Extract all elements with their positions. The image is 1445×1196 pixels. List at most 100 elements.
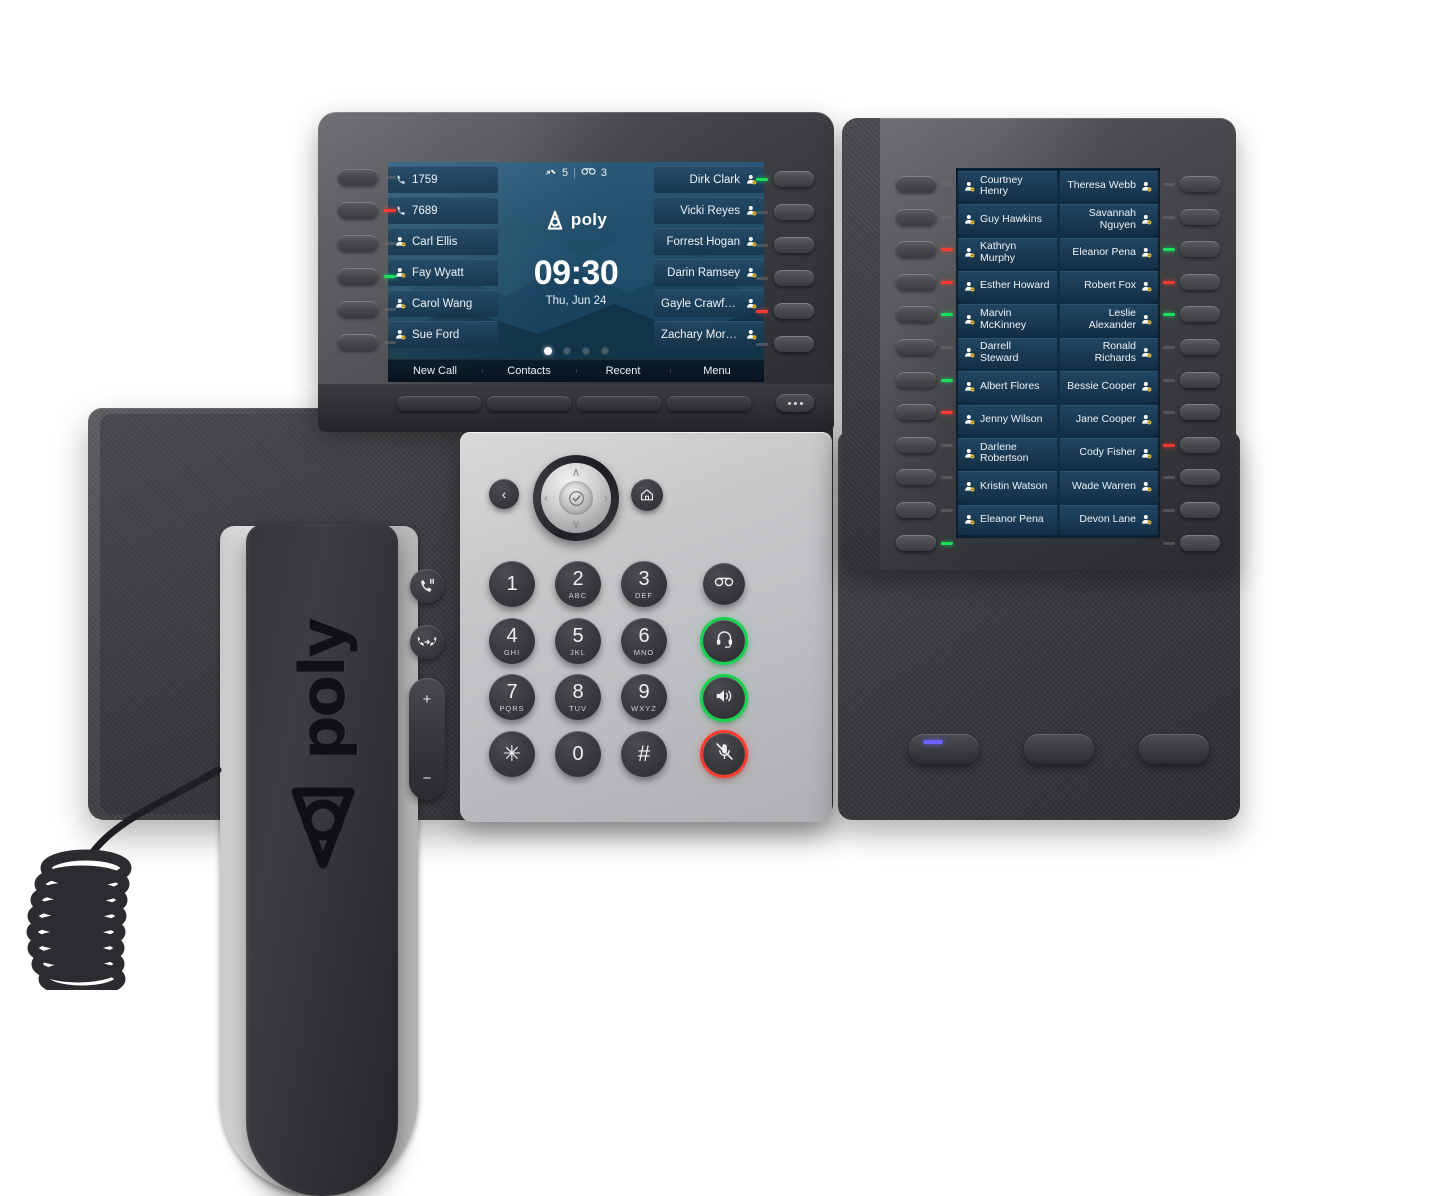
page-indicator-dots[interactable] <box>498 347 654 355</box>
expansion-left-key-4[interactable]: Esther Howard <box>958 271 1057 302</box>
left-line-key-3[interactable] <box>338 235 378 251</box>
softkey-label-1[interactable]: New Call <box>388 365 482 377</box>
page-dot-3[interactable] <box>581 347 590 355</box>
expansion-left-key-7[interactable] <box>896 371 936 388</box>
mute-button[interactable] <box>703 733 745 775</box>
expansion-left-key-11[interactable]: Eleanor Pena <box>958 504 1057 535</box>
left-line-key-3[interactable]: Carl Ellis <box>388 228 498 255</box>
volume-down-label[interactable]: − <box>423 770 432 787</box>
left-line-key-1[interactable]: 1759 <box>388 166 498 193</box>
page-1-button[interactable] <box>909 734 979 764</box>
expansion-right-key-6[interactable]: Ronald Richards <box>1059 337 1158 369</box>
softkey-button-4[interactable] <box>667 396 751 411</box>
nav-left-icon[interactable]: ‹ <box>544 492 548 504</box>
expansion-right-key-6[interactable] <box>1180 339 1220 355</box>
softkey-button-3[interactable] <box>577 396 661 411</box>
dial-key-#[interactable]: # <box>621 731 667 777</box>
expansion-left-key-9[interactable] <box>896 436 936 453</box>
dial-key-2[interactable]: 2 ABC <box>555 561 601 607</box>
expansion-right-key-1[interactable] <box>1180 176 1220 192</box>
expansion-left-key-4[interactable] <box>896 273 936 290</box>
left-line-key-1[interactable] <box>338 169 378 185</box>
transfer-button[interactable] <box>410 625 444 659</box>
ok-button[interactable] <box>559 481 593 515</box>
page-dot-4[interactable] <box>600 347 609 355</box>
right-line-key-4[interactable]: Darin Ramsey <box>654 259 764 286</box>
right-line-key-5[interactable] <box>774 303 814 319</box>
softkey-button-1[interactable] <box>397 396 481 411</box>
expansion-right-key-11[interactable] <box>1180 502 1220 518</box>
handset[interactable]: poly <box>246 524 398 1196</box>
expansion-right-key-7[interactable]: Bessie Cooper <box>1059 371 1158 402</box>
expansion-right-key-7[interactable] <box>1180 371 1220 388</box>
expansion-left-key-2[interactable]: Guy Hawkins <box>958 204 1057 235</box>
expansion-right-key-10[interactable] <box>1180 469 1220 486</box>
dial-key-9[interactable]: 9 WXYZ <box>621 674 667 720</box>
softkey-button-2[interactable] <box>487 396 571 411</box>
dial-key-1[interactable]: 1 <box>489 561 535 607</box>
left-line-key-6[interactable]: Sue Ford <box>388 321 498 348</box>
expansion-left-key-8[interactable] <box>896 404 936 421</box>
right-line-key-1[interactable] <box>774 171 814 187</box>
dial-key-3[interactable]: 3 DEF <box>621 561 667 607</box>
voicemail-button[interactable] <box>703 563 745 605</box>
dial-key-✳[interactable]: ✳ <box>489 731 535 777</box>
nav-up-icon[interactable]: ∧ <box>572 466 581 478</box>
expansion-right-key-5[interactable]: Leslie Alexander <box>1059 304 1158 335</box>
expansion-right-key-11[interactable]: Devon Lane <box>1059 504 1158 535</box>
expansion-left-key-1[interactable]: Courtney Henry <box>958 171 1057 202</box>
right-line-key-5[interactable]: Gayle Crawford <box>654 290 764 317</box>
right-line-key-6[interactable] <box>774 336 814 352</box>
expansion-left-key-5[interactable]: Marvin McKinney <box>958 304 1057 335</box>
left-line-key-4[interactable]: Fay Wyatt <box>388 259 498 286</box>
expansion-right-key-3[interactable] <box>1180 241 1220 258</box>
page-3-button[interactable] <box>1139 734 1209 764</box>
expansion-right-key-4[interactable] <box>1180 273 1220 290</box>
right-line-key-1[interactable]: Dirk Clark <box>654 166 764 193</box>
dial-key-7[interactable]: 7 PQRS <box>489 674 535 720</box>
page-2-button[interactable] <box>1024 734 1094 764</box>
expansion-right-key-9[interactable]: Cody Fisher <box>1059 437 1158 469</box>
home-button[interactable] <box>631 479 663 511</box>
expansion-right-key-8[interactable]: Jane Cooper <box>1059 404 1158 435</box>
expansion-right-key-9[interactable] <box>1180 436 1220 453</box>
more-button[interactable] <box>776 394 814 412</box>
volume-rocker[interactable]: + − <box>409 678 445 800</box>
expansion-left-key-11[interactable] <box>896 502 936 518</box>
expansion-left-key-3[interactable] <box>896 241 936 258</box>
softkey-label-4[interactable]: Menu <box>670 365 764 377</box>
expansion-right-key-3[interactable]: Eleanor Pena <box>1059 237 1158 269</box>
dial-key-6[interactable]: 6 MNO <box>621 618 667 664</box>
left-line-key-2[interactable]: 7689 <box>388 197 498 224</box>
expansion-right-key-4[interactable]: Robert Fox <box>1059 271 1158 302</box>
expansion-left-key-10[interactable]: Kristin Watson <box>958 471 1057 502</box>
expansion-lcd-screen[interactable]: Courtney Henry Theresa Webb Guy Hawkins Sa… <box>956 168 1160 538</box>
softkey-label-2[interactable]: Contacts <box>482 365 576 377</box>
softkey-label-3[interactable]: Recent <box>576 365 670 377</box>
left-line-key-4[interactable] <box>338 268 378 284</box>
right-line-key-4[interactable] <box>774 270 814 286</box>
back-button[interactable]: ‹ <box>489 479 519 509</box>
right-line-key-2[interactable]: Vicki Reyes <box>654 197 764 224</box>
expansion-right-key-2[interactable] <box>1180 208 1220 225</box>
speaker-button[interactable] <box>703 677 745 719</box>
expansion-right-key-12[interactable] <box>1180 534 1220 551</box>
dial-key-8[interactable]: 8 TUV <box>555 674 601 720</box>
volume-up-label[interactable]: + <box>423 691 432 708</box>
right-line-key-6[interactable]: Zachary Moreno <box>654 321 764 348</box>
expansion-right-key-5[interactable] <box>1180 306 1220 323</box>
expansion-left-key-3[interactable]: Kathryn Murphy <box>958 237 1057 269</box>
expansion-left-key-10[interactable] <box>896 469 936 486</box>
left-line-key-5[interactable]: Carol Wang <box>388 290 498 317</box>
navigation-dpad[interactable]: ∧ ∨ ‹ › <box>533 455 619 541</box>
expansion-left-key-5[interactable] <box>896 306 936 323</box>
right-line-key-3[interactable]: Forrest Hogan <box>654 228 764 255</box>
main-lcd-screen[interactable]: 1759 7689 Carl Ellis Fay Wyatt Carol Wan… <box>388 162 764 382</box>
left-line-key-2[interactable] <box>338 202 378 218</box>
left-line-key-5[interactable] <box>338 301 378 317</box>
expansion-right-key-8[interactable] <box>1180 404 1220 421</box>
expansion-left-key-6[interactable] <box>896 339 936 355</box>
expansion-left-key-12[interactable] <box>896 534 936 551</box>
expansion-left-key-6[interactable]: Darrell Steward <box>958 337 1057 369</box>
expansion-left-key-8[interactable]: Jenny Wilson <box>958 404 1057 435</box>
